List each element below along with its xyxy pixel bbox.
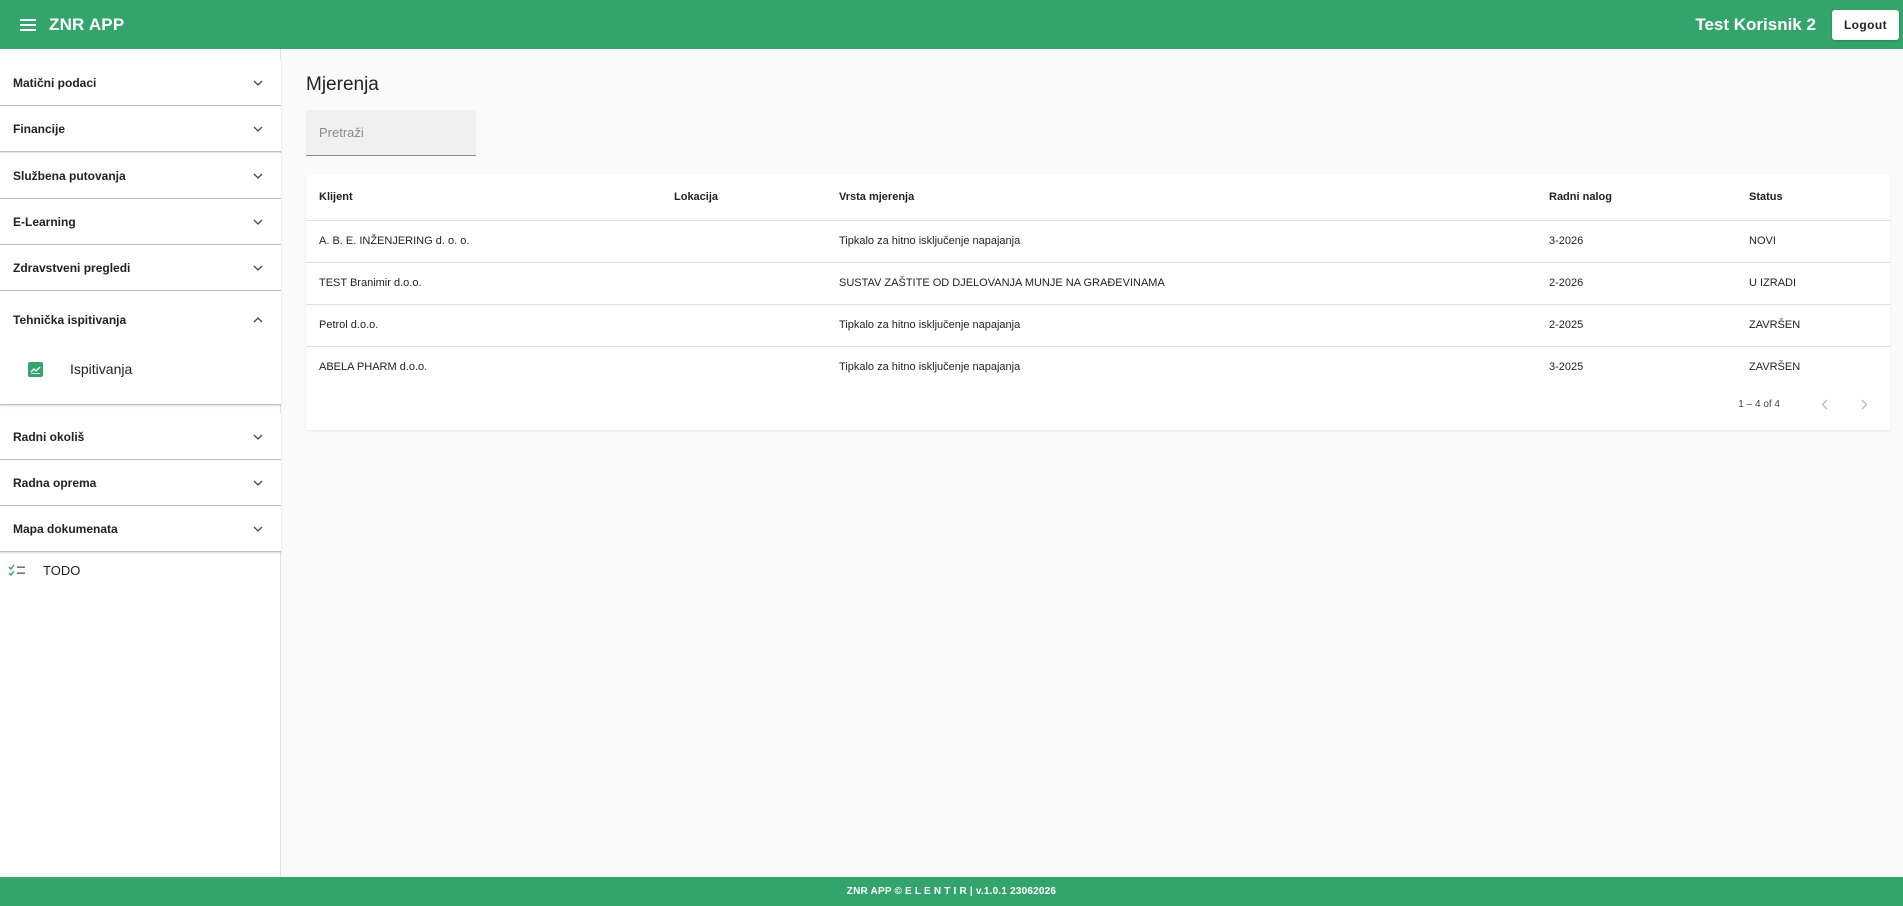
sidebar-item-label: Službena putovanja — [13, 168, 126, 183]
logout-button[interactable]: Logout — [1831, 9, 1899, 40]
measurements-table-card: Klijent Lokacija Vrsta mjerenja Radni na… — [306, 175, 1890, 430]
sidebar-group-tehnicka-ispitivanja: Tehnička ispitivanja Ispitivanja — [0, 291, 281, 405]
table-row[interactable]: TEST Branimir d.o.o. SUSTAV ZAŠTITE OD D… — [306, 262, 1890, 305]
paginator: 1 – 4 of 4 — [1490, 378, 1890, 430]
sidebar-item-financije[interactable]: Financije — [0, 106, 281, 152]
chevron-down-icon — [251, 76, 265, 90]
sidebar: Matični podaci Financije Službena putova… — [0, 49, 281, 877]
column-header-radni-nalog[interactable]: Radni nalog — [1536, 175, 1736, 221]
cell-klijent: ABELA PHARM d.o.o. — [319, 361, 428, 374]
cell-vrsta-mjerenja: Tipkalo za hitno isključenje napajanja — [826, 220, 1536, 263]
chevron-down-icon — [251, 476, 265, 490]
next-page-button[interactable] — [1850, 390, 1878, 418]
checklist-icon — [8, 564, 25, 576]
cell-klijent: A. B. E. INŽENJERING d. o. o. — [306, 220, 661, 263]
cell-radni-nalog: 2-2026 — [1536, 262, 1736, 305]
sidebar-item-maticni-podaci[interactable]: Matični podaci — [0, 60, 281, 106]
sidebar-item-label: Mapa dokumenata — [13, 521, 118, 536]
sidebar-item-tehnicka-ispitivanja[interactable]: Tehnička ispitivanja — [0, 291, 281, 349]
cell-status: U IZRADI — [1736, 262, 1890, 305]
cell-vrsta-mjerenja: Tipkalo za hitno isključenje napajanja — [826, 304, 1536, 347]
column-header-status[interactable]: Status — [1736, 175, 1890, 221]
sidebar-item-label: Financije — [13, 121, 66, 136]
sidebar-item-label: Zdravstveni pregledi — [13, 260, 131, 275]
cell-vrsta-mjerenja: SUSTAV ZAŠTITE OD DJELOVANJA MUNJE NA GR… — [826, 262, 1536, 305]
sidebar-item-todo[interactable]: TODO — [0, 550, 281, 590]
column-header-lokacija[interactable]: Lokacija — [661, 175, 826, 221]
sidebar-item-mapa-dokumenata[interactable]: Mapa dokumenata — [0, 506, 281, 552]
sidebar-item-radna-oprema[interactable]: Radna oprema — [0, 460, 281, 506]
main-content: Mjerenja Klijent Lokacija Vrsta mjerenja… — [282, 49, 1903, 877]
top-toolbar: ZNR APP Test Korisnik 2 Logout — [0, 0, 1903, 49]
cell-lokacija — [661, 304, 826, 347]
previous-page-button[interactable] — [1810, 390, 1838, 418]
sidebar-item-label: Tehnička ispitivanja — [13, 313, 127, 327]
table-header-row: Klijent Lokacija Vrsta mjerenja Radni na… — [306, 175, 1890, 221]
hamburger-icon — [20, 18, 36, 31]
cell-lokacija — [661, 220, 826, 263]
measurements-table: Klijent Lokacija Vrsta mjerenja Radni na… — [306, 175, 1890, 388]
cell-lokacija — [661, 262, 826, 305]
sidebar-subitem-label: Ispitivanja — [70, 361, 133, 377]
chart-line-icon — [28, 361, 43, 377]
chevron-right-icon — [1861, 399, 1867, 409]
sidebar-item-radni-okolis[interactable]: Radni okoliš — [0, 414, 281, 460]
column-header-klijent[interactable]: Klijent — [306, 175, 661, 221]
sidebar-item-label: Matični podaci — [13, 75, 97, 90]
page-title: Mjerenja — [306, 74, 379, 95]
chevron-down-icon — [251, 522, 265, 536]
chevron-left-icon — [1821, 399, 1827, 409]
todo-label: TODO — [43, 562, 81, 578]
chevron-down-icon — [251, 261, 265, 275]
search-field — [306, 110, 476, 156]
sidebar-subitem-ispitivanja[interactable]: Ispitivanja — [0, 349, 281, 389]
chevron-up-icon — [251, 313, 265, 327]
paginator-range: 1 – 4 of 4 — [1738, 398, 1780, 410]
cell-lokacija — [661, 346, 826, 388]
cell-klijent: Petrol d.o.o. — [306, 304, 661, 347]
sidebar-item-zdravstveni-pregledi[interactable]: Zdravstveni pregledi — [0, 245, 281, 291]
app-title: ZNR APP — [49, 14, 125, 34]
cell-status: ZAVRŠEN — [1736, 304, 1890, 347]
search-input[interactable] — [306, 110, 476, 155]
sidebar-item-label: Radni okoliš — [13, 429, 85, 444]
table-row[interactable]: Petrol d.o.o. Tipkalo za hitno isključen… — [306, 304, 1890, 347]
chevron-down-icon — [251, 430, 265, 444]
column-header-vrsta-mjerenja[interactable]: Vrsta mjerenja — [826, 175, 1536, 221]
cell-radni-nalog: 2-2025 — [1536, 304, 1736, 347]
sidebar-item-label: Radna oprema — [13, 475, 97, 490]
sidebar-item-sluzbena-putovanja[interactable]: Službena putovanja — [0, 153, 281, 199]
cell-klijent: TEST Branimir d.o.o. — [306, 262, 661, 305]
chevron-down-icon — [251, 215, 265, 229]
cell-radni-nalog: 3-2026 — [1536, 220, 1736, 263]
table-row[interactable]: A. B. E. INŽENJERING d. o. o. Tipkalo za… — [306, 220, 1890, 263]
sidebar-item-e-learning[interactable]: E-Learning — [0, 199, 281, 245]
user-name: Test Korisnik 2 — [1695, 14, 1816, 34]
hamburger-menu-button[interactable] — [15, 12, 41, 38]
sidebar-item-label: E-Learning — [13, 214, 76, 229]
cell-status: NOVI — [1736, 220, 1890, 263]
chevron-down-icon — [251, 122, 265, 136]
cell-vrsta-mjerenja: Tipkalo za hitno isključenje napajanja — [839, 361, 1021, 374]
chevron-down-icon — [251, 169, 265, 183]
footer: ZNR APP © E L E N T I R | v.1.0.1 230620… — [0, 877, 1903, 906]
